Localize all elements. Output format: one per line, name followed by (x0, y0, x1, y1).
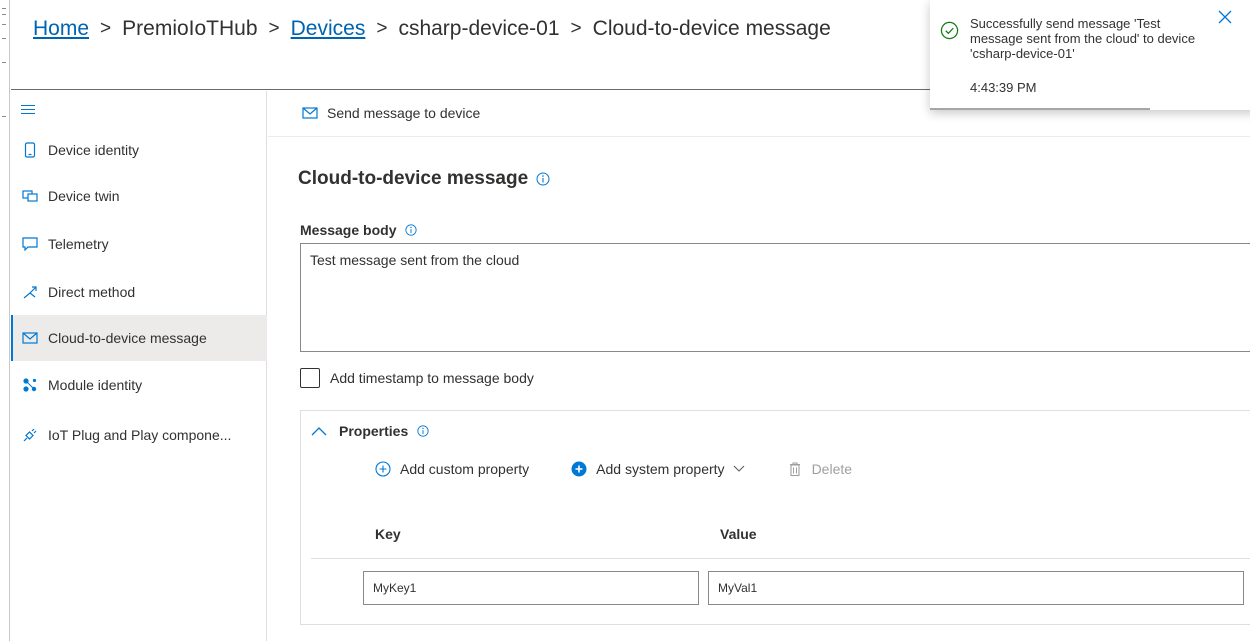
breadcrumb-home-link[interactable]: Home (33, 17, 89, 41)
properties-header-text: Properties (339, 423, 409, 439)
delete-property-button[interactable]: Delete (787, 461, 852, 477)
sidebar-item-label: Device identity (48, 142, 140, 158)
breadcrumb-devices-link[interactable]: Devices (291, 17, 366, 41)
sidebar-item-label: Cloud-to-device message (48, 330, 207, 346)
add-system-property-button[interactable]: Add system property (571, 461, 744, 477)
message-body-label: Message body (300, 222, 418, 238)
sidebar-item-label: Module identity (48, 377, 143, 393)
trash-icon (789, 462, 800, 477)
page-title-text: Cloud-to-device message (298, 168, 529, 189)
notification-timer-bar (930, 108, 1150, 110)
property-value-input[interactable]: MyVal1 (708, 571, 1244, 605)
value-column-header: Value (720, 526, 757, 542)
breadcrumb-current-page: Cloud-to-device message (592, 17, 831, 40)
send-message-button[interactable]: Send message to device (302, 105, 480, 121)
properties-toggle[interactable]: Properties (311, 423, 429, 439)
sidebar-item-module-identity[interactable]: Module identity (11, 362, 267, 408)
add-filled-circle-icon (571, 461, 587, 477)
sidebar-item-label: Device twin (48, 188, 120, 204)
breadcrumb-separator: > (376, 18, 388, 39)
window-left-edge (0, 0, 10, 641)
plug-icon (22, 427, 38, 443)
table-header-divider (311, 558, 1250, 559)
phone-icon (22, 142, 38, 158)
info-icon[interactable] (405, 224, 418, 236)
success-notification: Successfully send message 'Test message … (930, 0, 1250, 110)
hamburger-menu-icon[interactable] (21, 105, 35, 115)
breadcrumb-device: csharp-device-01 (398, 17, 560, 40)
mail-icon (22, 330, 38, 346)
sidebar-item-direct-method[interactable]: Direct method (11, 269, 267, 315)
message-body-label-text: Message body (300, 222, 397, 238)
page-title: Cloud-to-device message (298, 168, 550, 190)
notification-time: 4:43:39 PM (970, 80, 1037, 95)
info-icon[interactable] (417, 425, 429, 437)
main-content: Send message to device Cloud-to-device m… (268, 91, 1250, 641)
breadcrumb-hub: PremioIoTHub (122, 17, 258, 40)
timestamp-checkbox-label: Add timestamp to message body (330, 370, 534, 386)
add-circle-icon (375, 461, 391, 477)
sidebar-item-cloud-to-device-message[interactable]: Cloud-to-device message (11, 315, 267, 361)
direct-method-icon (22, 284, 38, 300)
property-key-value: MyKey1 (373, 581, 417, 595)
sidebar-item-label: IoT Plug and Play compone... (48, 427, 232, 443)
chat-icon (22, 236, 38, 252)
breadcrumb-separator: > (570, 18, 582, 39)
checkmark-circle-icon (940, 21, 959, 40)
send-message-label: Send message to device (327, 105, 481, 121)
properties-toolbar: Add custom property Add system property … (375, 461, 894, 477)
breadcrumb-separator: > (268, 18, 280, 39)
sidebar-item-label: Telemetry (48, 236, 109, 252)
delete-label: Delete (811, 461, 853, 477)
breadcrumb: Home > PremioIoTHub > Devices > csharp-d… (33, 17, 831, 41)
notification-message: Successfully send message 'Test message … (970, 16, 1196, 61)
sidebar: Device identity Device twin Telemetry Di… (11, 91, 267, 641)
chevron-up-icon (311, 427, 327, 436)
property-key-input[interactable]: MyKey1 (363, 571, 699, 605)
add-custom-property-label: Add custom property (400, 461, 530, 477)
sidebar-item-telemetry[interactable]: Telemetry (11, 221, 267, 267)
info-icon[interactable] (536, 172, 550, 186)
sidebar-item-device-twin[interactable]: Device twin (11, 173, 267, 219)
close-icon[interactable] (1218, 10, 1232, 24)
add-custom-property-button[interactable]: Add custom property (375, 461, 529, 477)
properties-panel: Properties Add custom property Add syste… (300, 410, 1250, 625)
breadcrumb-separator: > (100, 18, 112, 39)
sidebar-item-iot-plug-and-play[interactable]: IoT Plug and Play compone... (11, 412, 267, 458)
property-value-value: MyVal1 (718, 581, 758, 595)
mail-icon (302, 107, 318, 119)
module-icon (22, 377, 38, 393)
sidebar-item-device-identity[interactable]: Device identity (11, 127, 267, 173)
device-twin-icon (22, 188, 38, 204)
message-body-textarea[interactable]: Test message sent from the cloud (300, 243, 1250, 352)
timestamp-checkbox-row[interactable]: Add timestamp to message body (300, 368, 534, 388)
sidebar-item-label: Direct method (48, 284, 136, 300)
add-system-property-label: Add system property (596, 461, 725, 477)
chevron-down-icon (733, 465, 744, 472)
key-column-header: Key (375, 526, 401, 542)
timestamp-checkbox[interactable] (300, 368, 320, 388)
